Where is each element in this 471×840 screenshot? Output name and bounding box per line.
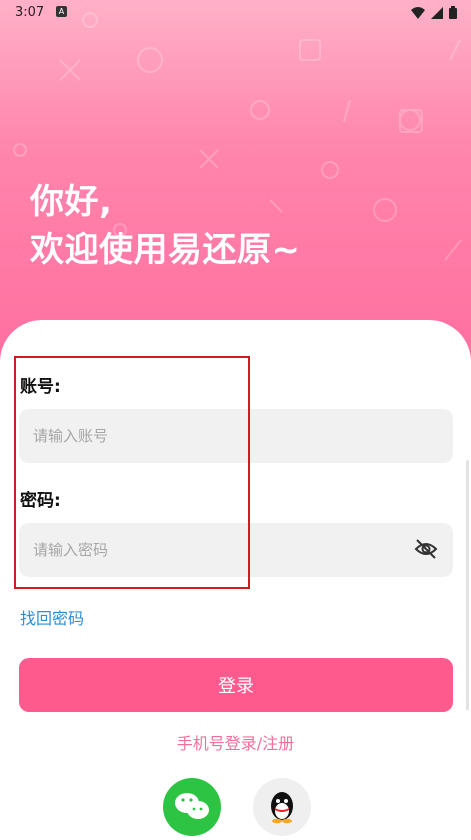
- greeting-line-2: 欢迎使用易还原~: [30, 230, 301, 270]
- login-button[interactable]: 登录: [19, 658, 453, 712]
- scrollbar[interactable]: [466, 460, 469, 710]
- phone-login-link[interactable]: 手机号登录/注册: [0, 730, 471, 754]
- wechat-login-button[interactable]: [163, 778, 221, 836]
- forgot-password-link[interactable]: 找回密码: [20, 605, 84, 629]
- qq-icon: [271, 792, 293, 824]
- status-icons: [411, 6, 457, 19]
- notification-app-icon: A: [56, 6, 67, 17]
- password-label: 密码:: [20, 491, 61, 511]
- status-time: 3:07: [15, 5, 45, 20]
- account-input[interactable]: [19, 409, 453, 463]
- wifi-icon: [411, 6, 425, 19]
- account-label: 账号:: [20, 377, 61, 397]
- eye-off-icon[interactable]: [414, 538, 438, 560]
- greeting-line-1: 你好,: [30, 182, 113, 222]
- status-bar: 3:07 A: [0, 0, 471, 26]
- qq-login-button[interactable]: [253, 778, 311, 836]
- battery-icon: [449, 6, 457, 19]
- login-card: [0, 320, 471, 837]
- greeting: 你好, 欢迎使用易还原~: [30, 178, 301, 274]
- wechat-icon: [175, 793, 209, 819]
- header-banner: 3:07 A 你好, 欢迎使用易还原~: [0, 0, 471, 360]
- signal-icon: [431, 6, 443, 19]
- password-input[interactable]: [19, 523, 453, 577]
